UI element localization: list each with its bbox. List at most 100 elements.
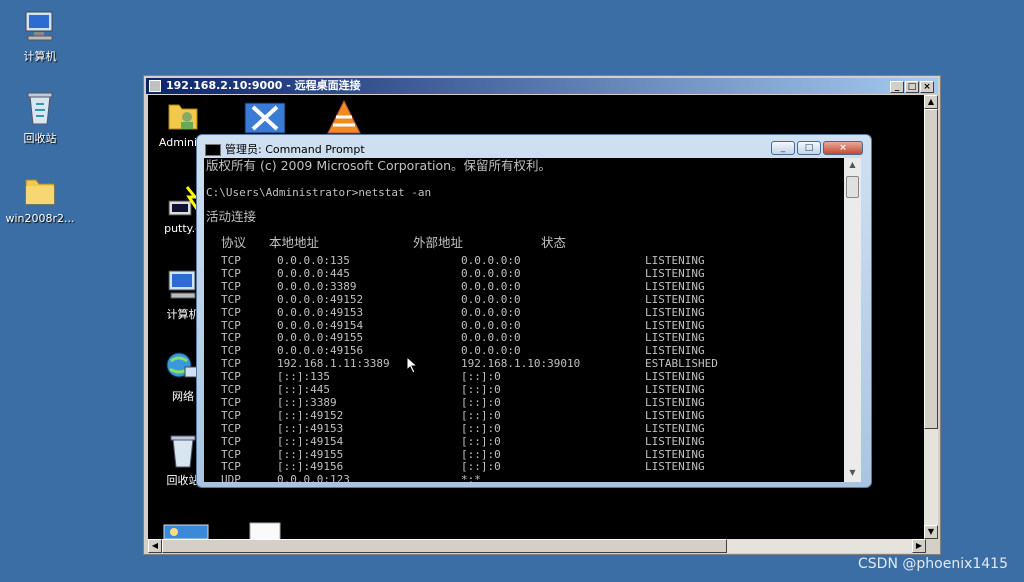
recycle-bin-icon (22, 90, 58, 126)
netstat-cell-state: LISTENING (645, 434, 705, 448)
computer-icon (22, 8, 58, 44)
netstat-cell-state: LISTENING (645, 370, 705, 384)
rdp-minimize-button[interactable]: _ (890, 81, 904, 93)
cmd-vertical-scrollbar[interactable]: ▲ ▼ (844, 158, 861, 482)
netstat-cell-local: [::]:3389 (277, 395, 337, 409)
netstat-cell-state: ESTABLISHED (645, 357, 718, 371)
rdp-horizontal-scrollbar[interactable]: ◀ ▶ (148, 539, 926, 553)
netstat-cell-proto: TCP (221, 305, 241, 319)
netstat-cell-proto: TCP (221, 331, 241, 345)
netstat-cell-proto: TCP (221, 370, 241, 384)
netstat-cell-foreign: 0.0.0.0:0 (461, 305, 521, 319)
desktop-icon-computer[interactable]: 计算机 (0, 8, 80, 64)
netstat-cell-foreign: 0.0.0.0:0 (461, 292, 521, 306)
netstat-cell-proto: TCP (221, 434, 241, 448)
netstat-cell-local: 0.0.0.0:123 (277, 473, 350, 482)
cmd-icon (205, 144, 221, 156)
netstat-cell-local: 0.0.0.0:49154 (277, 318, 364, 332)
netstat-cell-local: 0.0.0.0:49153 (277, 305, 364, 319)
netstat-cell-local: [::]:49156 (277, 460, 344, 474)
netstat-cell-proto: TCP (221, 318, 241, 332)
netstat-cell-proto: TCP (221, 292, 241, 306)
netstat-cell-proto: UDP (221, 473, 241, 482)
scroll-down-icon[interactable]: ▼ (844, 468, 861, 480)
scroll-up-icon[interactable]: ▲ (924, 95, 938, 109)
taskbar-app-icon[interactable] (162, 523, 210, 539)
scroll-left-icon[interactable]: ◀ (148, 539, 162, 553)
netstat-cell-state: LISTENING (645, 408, 705, 422)
netstat-cell-state: LISTENING (645, 254, 705, 267)
scroll-right-icon[interactable]: ▶ (912, 539, 926, 553)
rdp-close-button[interactable]: × (920, 81, 934, 93)
netstat-cell-state: LISTENING (645, 421, 705, 435)
desktop-icon-label: win2008r2... (5, 212, 75, 225)
netstat-cell-foreign: [::]:0 (461, 408, 501, 422)
netstat-cell-proto: TCP (221, 395, 241, 409)
rdp-hscroll-thumb[interactable] (162, 539, 727, 553)
cmd-close-button[interactable]: × (823, 141, 863, 155)
netstat-cell-proto: TCP (221, 421, 241, 435)
vlc-icon[interactable] (324, 99, 364, 139)
document-icon[interactable] (248, 521, 282, 539)
netstat-cell-local: 0.0.0.0:49155 (277, 331, 364, 345)
cmd-scroll-thumb[interactable] (846, 176, 859, 198)
desktop-icon-folder[interactable]: win2008r2... (0, 172, 80, 225)
console-prompt: C:\Users\Administrator>netstat -an (206, 186, 432, 199)
desktop-icon-recycle-bin[interactable]: 回收站 (0, 90, 80, 146)
console-copyright: 版权所有 (c) 2009 Microsoft Corporation。保留所有… (206, 158, 552, 173)
netstat-cell-state: LISTENING (645, 292, 705, 306)
netstat-cell-local: [::]:49152 (277, 408, 344, 422)
netstat-cell-local: 0.0.0.0:135 (277, 254, 350, 267)
netstat-cell-foreign: [::]:0 (461, 383, 501, 396)
netstat-cell-state: LISTENING (645, 344, 705, 358)
scroll-down-icon[interactable]: ▼ (924, 525, 938, 539)
rdp-vscroll-thumb[interactable] (924, 109, 938, 429)
netstat-cell-local: 0.0.0.0:49156 (277, 344, 364, 358)
header-state: 状态 (541, 235, 567, 250)
header-proto: 协议 (221, 235, 247, 250)
rdp-app-icon (149, 80, 161, 92)
netstat-cell-foreign: 0.0.0.0:0 (461, 344, 521, 358)
netstat-cell-foreign: 0.0.0.0:0 (461, 331, 521, 345)
netstat-cell-proto: TCP (221, 344, 241, 358)
netstat-cell-proto: TCP (221, 357, 241, 371)
desktop-icon-label: 计算机 (23, 50, 57, 63)
netstat-cell-local: [::]:135 (277, 370, 330, 384)
rdp-maximize-button[interactable]: □ (905, 81, 919, 93)
netstat-cell-state: LISTENING (645, 305, 705, 319)
netstat-cell-foreign: [::]:0 (461, 421, 501, 435)
netstat-cell-state: LISTENING (645, 318, 705, 332)
netstat-cell-foreign: [::]:0 (461, 370, 501, 384)
mouse-cursor-icon (406, 355, 419, 378)
netstat-cell-foreign: 0.0.0.0:0 (461, 254, 521, 267)
cmd-titlebar[interactable]: 管理员: Command Prompt (205, 141, 365, 157)
netstat-cell-local: 0.0.0.0:49152 (277, 292, 364, 306)
scroll-up-icon[interactable]: ▲ (844, 160, 861, 172)
netstat-cell-foreign: [::]:0 (461, 434, 501, 448)
netstat-cell-foreign: 192.168.1.10:39010 (461, 357, 581, 371)
rdp-vertical-scrollbar[interactable]: ▲ ▼ (924, 95, 938, 539)
header-foreign: 外部地址 (413, 235, 464, 250)
cmd-minimize-button[interactable]: _ (771, 141, 795, 155)
netstat-cell-local: [::]:49155 (277, 447, 344, 461)
netstat-cell-state: LISTENING (645, 460, 705, 474)
netstat-cell-proto: TCP (221, 408, 241, 422)
netstat-cell-proto: TCP (221, 254, 241, 267)
rdp-title-text: 192.168.2.10:9000 - 远程桌面连接 (166, 79, 361, 92)
netstat-cell-foreign: *:* (461, 473, 481, 482)
header-local: 本地地址 (269, 235, 320, 250)
cmd-maximize-button[interactable]: □ (797, 141, 821, 155)
netstat-cell-local: [::]:49153 (277, 421, 344, 435)
folder-icon (22, 172, 58, 208)
netstat-cell-foreign: 0.0.0.0:0 (461, 266, 521, 280)
netstat-cell-local: 0.0.0.0:445 (277, 266, 350, 280)
netstat-cell-proto: TCP (221, 266, 241, 280)
rdp-titlebar[interactable]: 192.168.2.10:9000 - 远程桌面连接 _ □ × (146, 78, 938, 94)
netstat-cell-state: LISTENING (645, 383, 705, 396)
console-output[interactable]: 版权所有 (c) 2009 Microsoft Corporation。保留所有… (204, 158, 844, 482)
netstat-cell-local: [::]:49154 (277, 434, 344, 448)
netstat-cell-state: LISTENING (645, 266, 705, 280)
watermark: CSDN @phoenix1415 (858, 556, 1008, 572)
netstat-cell-proto: TCP (221, 460, 241, 474)
cmd-window: 管理员: Command Prompt _ □ × 版权所有 (c) 2009 … (196, 134, 872, 488)
